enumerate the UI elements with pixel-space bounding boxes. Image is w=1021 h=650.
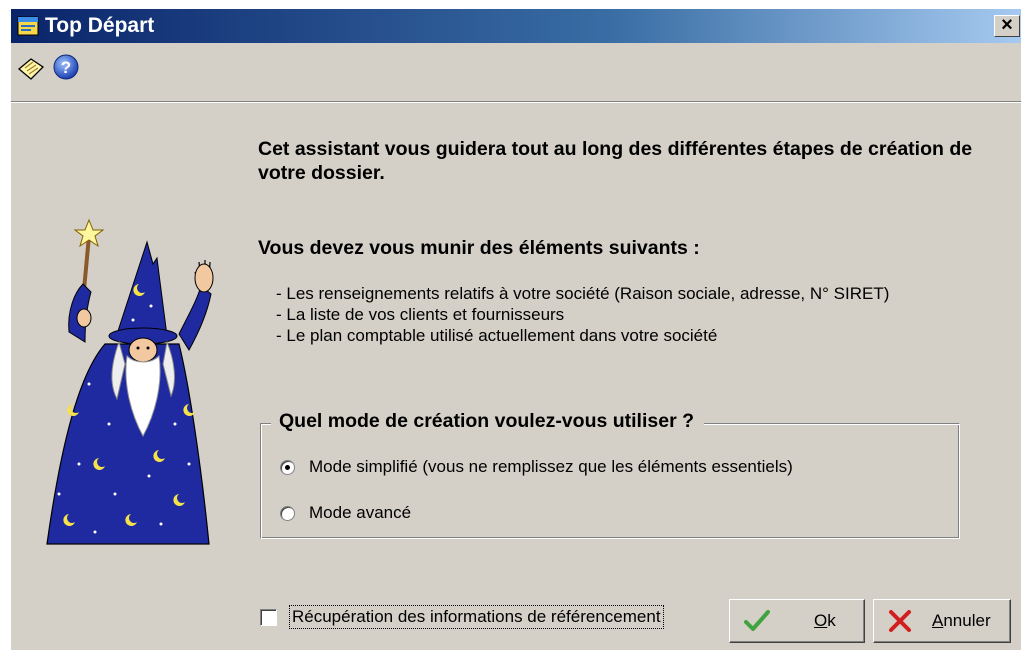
wizard-dialog: Top Départ × ? Cet assistant vous guider… — [10, 8, 1021, 650]
notepad-icon[interactable] — [17, 57, 45, 81]
window-title: Top Départ — [45, 14, 155, 37]
radio-label: Mode avancé — [309, 503, 412, 522]
title-bar[interactable]: Top Départ × — [11, 9, 1021, 43]
radio-button[interactable] — [280, 459, 295, 475]
cancel-button-label: Annuler — [932, 611, 991, 630]
radio-label: Mode simplifié (vous ne remplissez que l… — [309, 457, 793, 476]
requirements-list: - Les renseignements relatifs à votre so… — [276, 283, 889, 346]
radio-selected-dot — [285, 464, 290, 470]
toolbar: ? — [11, 43, 1021, 99]
referencing-checkbox[interactable] — [260, 608, 277, 626]
check-icon — [744, 610, 770, 631]
toolbar-separator — [11, 101, 1021, 103]
ok-button[interactable]: Ok — [729, 599, 865, 643]
help-icon[interactable]: ? — [53, 54, 79, 80]
app-icon — [17, 16, 39, 36]
close-icon: × — [1001, 14, 1013, 36]
referencing-checkbox-label: Récupération des informations de référen… — [289, 605, 664, 629]
radio-mode-advanced[interactable]: Mode avancé — [280, 501, 411, 525]
cancel-button[interactable]: Annuler — [873, 599, 1011, 643]
wizard-illustration — [46, 218, 214, 545]
list-item: - Les renseignements relatifs à votre so… — [276, 284, 890, 303]
svg-text:?: ? — [61, 58, 71, 77]
requirements-heading: Vous devez vous munir des éléments suiva… — [258, 237, 700, 259]
intro-text: Cet assistant vous guidera tout au long … — [258, 138, 973, 184]
radio-mode-simplified[interactable]: Mode simplifié (vous ne remplissez que l… — [280, 455, 793, 479]
list-item: - La liste de vos clients et fournisseur… — [276, 305, 565, 324]
list-item: - Le plan comptable utilisé actuellement… — [276, 326, 718, 345]
mode-groupbox-title: Quel mode de création voulez-vous utilis… — [271, 408, 705, 434]
close-button[interactable]: × — [994, 15, 1020, 37]
cancel-x-icon — [889, 610, 911, 632]
radio-button[interactable] — [280, 505, 295, 521]
ok-button-label: Ok — [814, 611, 836, 630]
referencing-checkbox-row[interactable]: Récupération des informations de référen… — [260, 605, 664, 629]
